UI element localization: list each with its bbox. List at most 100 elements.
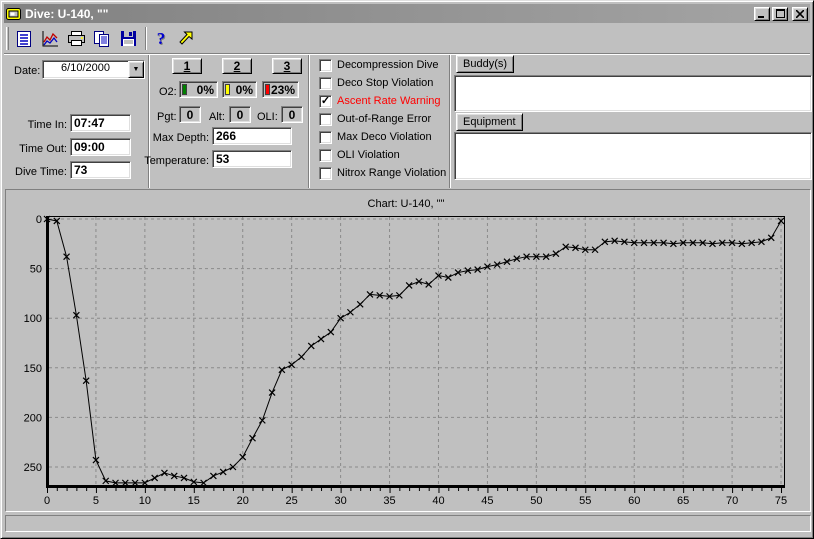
flag-label: OLI Violation [337, 149, 400, 161]
date-combobox[interactable]: 6/10/2000 ▼ [42, 60, 145, 79]
separator [449, 55, 451, 188]
alt-label: Alt: [209, 110, 225, 124]
max-depth-label: Max Depth: [151, 131, 209, 145]
title-bar[interactable]: Dive: U-140, "" [4, 4, 810, 23]
time-out-label: Time Out: [4, 142, 67, 156]
log-button[interactable] [12, 26, 36, 51]
oli-label: OLI: [257, 110, 278, 124]
separator [148, 55, 150, 188]
buddies-box[interactable] [454, 75, 812, 112]
svg-text:35: 35 [383, 495, 395, 507]
buddies-button[interactable]: Buddy(s) [456, 55, 514, 73]
graph-button[interactable] [38, 26, 62, 51]
print-icon [67, 30, 86, 47]
oli-value: 0 [281, 106, 303, 123]
tank-3-button[interactable]: 3 [272, 58, 302, 74]
svg-text:250: 250 [24, 462, 42, 474]
time-in-label: Time In: [4, 118, 67, 132]
time-in-field[interactable]: 07:47 [70, 114, 131, 132]
svg-text:5: 5 [93, 495, 99, 507]
time-out-field[interactable]: 09:00 [70, 138, 131, 156]
o2-tank2-indicator: 0% [222, 81, 257, 98]
export-button[interactable] [174, 26, 198, 51]
status-bar [5, 515, 811, 532]
flag-label: Ascent Rate Warning [337, 95, 441, 107]
export-arrow-icon [178, 31, 194, 47]
svg-text:60: 60 [628, 495, 640, 507]
checkbox[interactable] [319, 59, 332, 72]
toolbar-gripper[interactable] [6, 27, 9, 50]
dive-time-label: Dive Time: [4, 165, 67, 179]
svg-text:200: 200 [24, 412, 42, 424]
flag-label: Nitrox Range Violation [337, 167, 446, 179]
deco-stop-violation-checkbox-row: Deco Stop Violation [319, 76, 433, 90]
date-value: 6/10/2000 [43, 61, 128, 78]
svg-text:10: 10 [139, 495, 151, 507]
save-icon [120, 30, 137, 47]
equipment-button[interactable]: Equipment [456, 113, 523, 131]
date-label: Date: [14, 64, 40, 78]
flag-label: Decompression Dive [337, 59, 438, 71]
flag-label: Deco Stop Violation [337, 77, 433, 89]
help-button[interactable]: ? [149, 26, 173, 51]
maximize-button[interactable] [772, 7, 788, 21]
svg-text:15: 15 [188, 495, 200, 507]
dive-time-field[interactable]: 73 [70, 161, 131, 179]
svg-text:50: 50 [530, 495, 542, 507]
nitrox-range-violation-checkbox-row: Nitrox Range Violation [319, 166, 446, 180]
tank-1-button[interactable]: 1 [172, 58, 202, 74]
checkbox[interactable] [319, 167, 332, 180]
alt-value: 0 [229, 106, 251, 123]
oli-violation-checkbox-row: OLI Violation [319, 148, 400, 162]
toolbar-separator [145, 27, 147, 50]
toolbar: ? [4, 23, 810, 54]
pgt-label: Pgt: [157, 110, 177, 124]
checkbox[interactable] [319, 131, 332, 144]
dive-profile-chart: 0510152025303540455055606570750501001502… [6, 190, 810, 511]
dive-info-panel: Date: 6/10/2000 ▼ Time In: 07:47 Time Ou… [4, 55, 810, 188]
checkbox[interactable] [319, 77, 332, 90]
out-of-range-error-checkbox-row: Out-of-Range Error [319, 112, 431, 126]
svg-text:50: 50 [30, 264, 42, 276]
minimize-button[interactable] [754, 7, 770, 21]
svg-text:75: 75 [775, 495, 787, 507]
temperature-field[interactable]: 53 [212, 150, 292, 168]
equipment-box[interactable] [454, 132, 812, 180]
svg-text:150: 150 [24, 363, 42, 375]
svg-text:Chart: U-140, "": Chart: U-140, "" [368, 198, 445, 210]
o2-tank1-value: 0% [187, 83, 214, 97]
o2-tank3-value: 23% [270, 83, 295, 97]
max-depth-field[interactable]: 266 [212, 127, 292, 145]
app-icon [6, 7, 21, 21]
chevron-down-icon[interactable]: ▼ [128, 61, 144, 78]
pgt-value: 0 [179, 106, 201, 123]
max-deco-violation-checkbox-row: Max Deco Violation [319, 130, 432, 144]
decompression-dive-checkbox-row: Decompression Dive [319, 58, 438, 72]
temperature-label: Temperature: [144, 154, 209, 168]
svg-text:65: 65 [677, 495, 689, 507]
checkbox[interactable] [319, 149, 332, 162]
separator [308, 55, 310, 188]
help-icon: ? [157, 29, 166, 49]
log-document-icon [16, 30, 33, 48]
o2-label: O2: [159, 85, 177, 99]
save-button[interactable] [116, 26, 140, 51]
copy-button[interactable] [90, 26, 114, 51]
tank-2-button[interactable]: 2 [222, 58, 252, 74]
checkbox[interactable]: ✓ [319, 95, 332, 108]
checkbox[interactable] [319, 113, 332, 126]
flag-label: Max Deco Violation [337, 131, 432, 143]
svg-text:70: 70 [726, 495, 738, 507]
print-button[interactable] [64, 26, 88, 51]
svg-text:100: 100 [24, 313, 42, 325]
o2-tank3-indicator: 23% [262, 81, 299, 98]
close-button[interactable] [792, 7, 808, 21]
ascent-rate-warning-checkbox-row: ✓ Ascent Rate Warning [319, 94, 441, 108]
svg-text:0: 0 [36, 214, 42, 226]
minimize-icon [758, 10, 766, 18]
maximize-icon [776, 9, 785, 18]
window-title: Dive: U-140, "" [25, 7, 108, 21]
svg-text:40: 40 [432, 495, 444, 507]
svg-text:45: 45 [481, 495, 493, 507]
dive-window: Dive: U-140, "" [0, 0, 814, 539]
